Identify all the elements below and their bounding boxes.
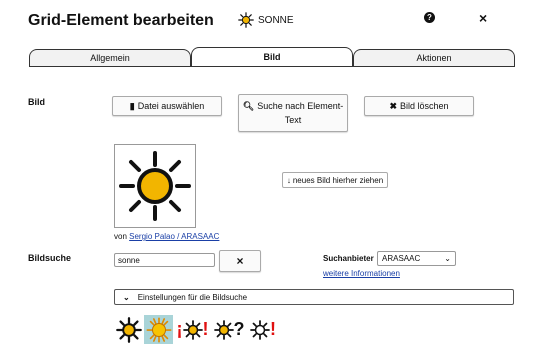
tab-bild[interactable]: Bild [191, 47, 353, 66]
provider-select[interactable]: ARASAAC ⌄ [377, 251, 456, 266]
credit-link[interactable]: Sergio Palao / ARASAAC [129, 232, 219, 241]
image-credit: von Sergio Palao / ARASAAC [114, 232, 220, 241]
result-item[interactable]: ? [212, 315, 246, 344]
result-item[interactable]: ! [247, 315, 279, 344]
sun-icon [182, 319, 203, 340]
sun-icon [250, 319, 270, 340]
arrow-down-icon: ↓ [286, 175, 291, 185]
clear-search-button[interactable]: × [219, 250, 261, 272]
result-item-selected[interactable] [144, 315, 173, 344]
tab-allgemein[interactable]: Allgemein [29, 49, 191, 66]
image-search-label: Bildsuche [28, 253, 72, 263]
select-file-button[interactable]: ▮ Datei auswählen [112, 96, 222, 116]
tab-aktionen[interactable]: Aktionen [353, 49, 515, 66]
result-item[interactable] [114, 315, 143, 344]
search-input[interactable]: sonne [114, 253, 215, 267]
exclamation-icon: ! [202, 319, 209, 339]
close-icon[interactable]: × [479, 10, 487, 26]
file-icon: ▮ [129, 101, 135, 111]
drop-zone[interactable]: ↓ neues Bild hierher ziehen [282, 172, 388, 188]
sun-icon [213, 319, 234, 340]
dialog-title: Grid-Element bearbeiten [28, 12, 214, 29]
question-mark-icon: ? [233, 319, 245, 339]
current-element: SONNE [238, 12, 294, 28]
image-label: Bild [28, 97, 45, 107]
more-info-link[interactable]: weitere Informationen [323, 269, 400, 278]
question-icon[interactable]: ? [424, 12, 435, 23]
tab-divider [29, 66, 515, 67]
chevron-down-icon: ⌄ [444, 254, 451, 263]
provider-label: Suchanbieter [323, 254, 374, 263]
search-settings-toggle[interactable]: ⌄ Einstellungen für die Bildsuche [114, 289, 514, 305]
close-icon: × [236, 254, 244, 268]
delete-image-button[interactable]: ✖ Bild löschen [364, 96, 474, 116]
search-icon: 🔍︎ [242, 101, 255, 111]
sun-icon [119, 151, 191, 221]
close-icon: ✖ [389, 101, 397, 111]
sun-colored-icon [145, 316, 172, 343]
search-results: ¡ ! ? ! [114, 315, 279, 344]
sun-icon [238, 12, 254, 28]
image-preview [114, 144, 196, 228]
element-label: SONNE [258, 14, 294, 26]
chevron-down-icon: ⌄ [123, 292, 130, 302]
search-by-text-button[interactable]: 🔍︎ Suche nach Element-Text [238, 94, 348, 132]
exclamation-icon: ! [270, 319, 276, 339]
tab-bar: Allgemein Bild Aktionen [29, 47, 515, 67]
result-item[interactable]: ¡ ! [174, 315, 211, 344]
sun-icon [115, 316, 142, 343]
